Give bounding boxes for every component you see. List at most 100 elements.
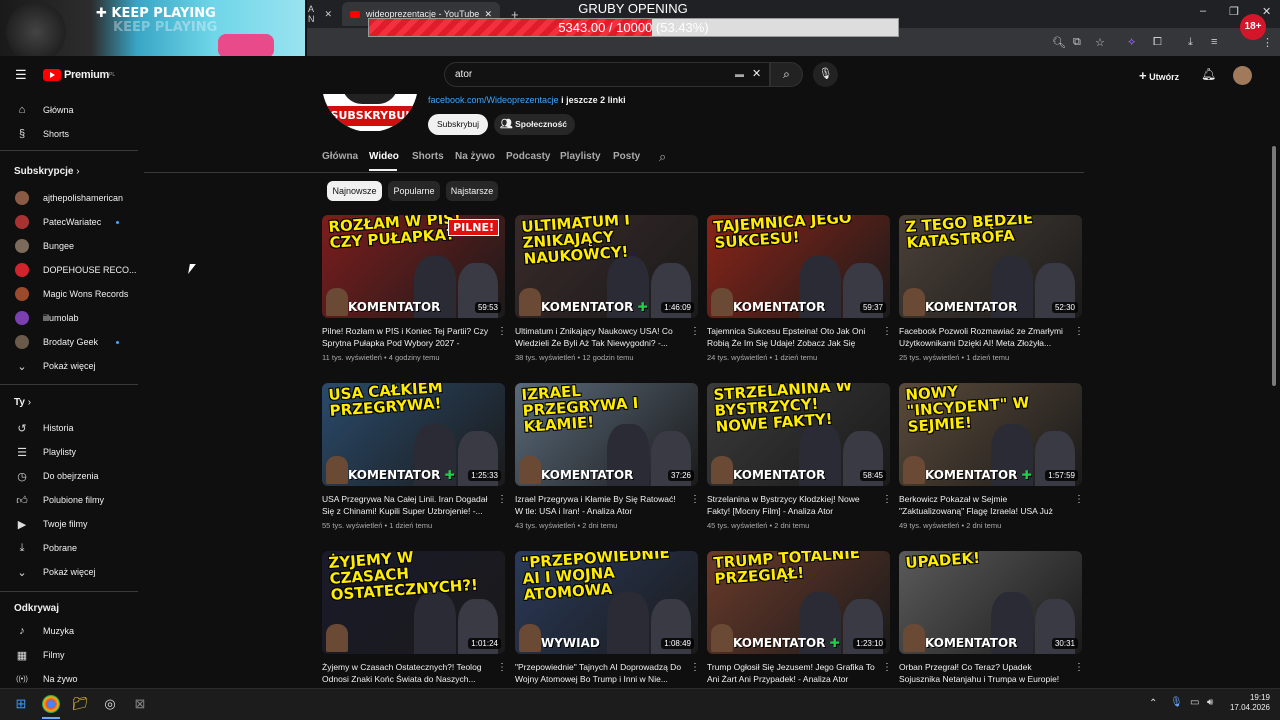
sidebar-item-watch-later[interactable]: ◷ Do obejrzenia	[0, 464, 140, 488]
community-button[interactable]: 👥︎ Społeczność	[494, 114, 575, 135]
video-menu-icon[interactable]: ⋮	[1074, 494, 1084, 505]
tab-6[interactable]: Posty	[613, 151, 640, 162]
video-thumbnail[interactable]: ROZŁAM W PIS! CZY PUŁAPKA? PILNE! KOMENTAT…	[322, 215, 505, 318]
sidebar-subscription[interactable]: Magic Wons Records	[0, 282, 140, 306]
video-card[interactable]: ROZŁAM W PIS! CZY PUŁAPKA? PILNE! KOMENTAT…	[322, 215, 507, 365]
chrome-icon[interactable]	[42, 695, 60, 713]
video-card[interactable]: NOWY "INCYDENT" W SEJMIE! KOMENTATOR ✚ 1:5…	[899, 383, 1084, 533]
close-window-button[interactable]: ✕	[1262, 5, 1271, 18]
youtube-logo[interactable]: Premium PL	[43, 69, 115, 81]
video-menu-icon[interactable]: ⋮	[882, 662, 892, 673]
video-title[interactable]: Strzelanina w Bystrzycy Kłodzkiej! Nowe …	[707, 493, 875, 517]
sidebar-item-shorts[interactable]: § Shorts	[0, 122, 140, 146]
video-menu-icon[interactable]: ⋮	[690, 662, 700, 673]
video-thumbnail[interactable]: IZRAEL PRZEGRYWA I KŁAMIE! KOMENTATOR 37:2…	[515, 383, 698, 486]
windows-start-icon[interactable]: ⊞	[12, 695, 30, 713]
video-thumbnail[interactable]: ULTIMATUM I ZNIKAJĄCY NAUKOWCY! KOMENTATO…	[515, 215, 698, 318]
sidebar-item-home[interactable]: ⌂ Główna	[0, 98, 140, 122]
video-title[interactable]: Orban Przegrał! Co Teraz? Upadek Sojuszn…	[899, 661, 1067, 685]
video-thumbnail[interactable]: Z TEGO BĘDZIE KATASTROFA KOMENTATOR 52:30	[899, 215, 1082, 318]
facebook-link[interactable]: facebook.com/Wideoprezentacje	[428, 95, 559, 105]
video-title[interactable]: USA Przegrywa Na Całej Linii. Iran Dogad…	[322, 493, 490, 517]
notifications-bell-icon[interactable]: 🔔︎	[1201, 67, 1216, 81]
video-thumbnail[interactable]: NOWY "INCYDENT" W SEJMIE! KOMENTATOR ✚ 1:5…	[899, 383, 1082, 486]
tray-chevron-icon[interactable]: ⌃	[1149, 698, 1157, 709]
tab-2[interactable]: Shorts	[412, 151, 444, 162]
file-explorer-icon[interactable]: 📁︎	[71, 695, 89, 713]
video-card[interactable]: TAJEMNICA JEGO SUKCESU! KOMENTATOR 59:37 Ta…	[707, 215, 892, 365]
video-thumbnail[interactable]: TAJEMNICA JEGO SUKCESU! KOMENTATOR 59:37	[707, 215, 890, 318]
app-icon[interactable]: ⊠	[131, 695, 149, 713]
clear-search-icon[interactable]: ✕	[752, 63, 761, 86]
extensions-icon[interactable]: ⧠	[1153, 36, 1162, 49]
video-title[interactable]: Pilne! Rozłam w PIS i Koniec Tej Partii?…	[322, 325, 490, 349]
sort-chip[interactable]: Najnowsze	[327, 181, 382, 201]
video-thumbnail[interactable]: USA CAŁKIEM PRZEGRYWA! KOMENTATOR ✚ 1:25:3…	[322, 383, 505, 486]
video-card[interactable]: Z TEGO BĘDZIE KATASTROFA KOMENTATOR 52:30 F…	[899, 215, 1084, 365]
sidebar-item-your-videos[interactable]: ▶ Twoje filmy	[0, 512, 140, 536]
video-title[interactable]: Trump Ogłosił Się Jezusem! Jego Grafika …	[707, 661, 875, 685]
video-menu-icon[interactable]: ⋮	[690, 326, 700, 337]
video-thumbnail[interactable]: STRZELANINA W BYSTRZYCY! NOWE FAKTY! KOME…	[707, 383, 890, 486]
tab-1[interactable]: Wideo	[369, 151, 399, 162]
show-more-subscriptions[interactable]: ⌄ Pokaż więcej	[0, 354, 140, 378]
you-header[interactable]: Ty ›	[14, 397, 31, 408]
sidebar-item-movies[interactable]: ▦ Filmy	[0, 643, 140, 667]
tab-close-icon[interactable]: ✕	[324, 9, 332, 20]
zoom-icon[interactable]: 🔍︎	[1052, 36, 1066, 49]
video-card[interactable]: UPADEK! KOMENTATOR 30:31 Orban Przegrał! Co…	[899, 551, 1084, 701]
sidebar-subscription[interactable]: iilumolab	[0, 306, 140, 330]
sidebar-item-music[interactable]: ♪ Muzyka	[0, 619, 140, 643]
video-card[interactable]: STRZELANINA W BYSTRZYCY! NOWE FAKTY! KOME…	[707, 383, 892, 533]
sidebar-subscription[interactable]: Bungee	[0, 234, 140, 258]
maximize-button[interactable]: ❐	[1229, 5, 1239, 18]
account-avatar[interactable]	[1233, 66, 1252, 85]
show-more-you[interactable]: ⌄ Pokaż więcej	[0, 560, 140, 584]
video-title[interactable]: Facebook Pozwoli Rozmawiać ze Zmarłymi U…	[899, 325, 1067, 349]
sort-chip[interactable]: Najstarsze	[446, 181, 498, 201]
sort-chip[interactable]: Popularne	[388, 181, 440, 201]
sidebar-subscription[interactable]: Brodaty Geek	[0, 330, 140, 354]
video-title[interactable]: Ultimatum i Znikający Naukowcy USA! Co W…	[515, 325, 683, 349]
tab-5[interactable]: Playlisty	[560, 151, 601, 162]
bookmark-star-icon[interactable]: ☆	[1095, 36, 1105, 49]
menu-hamburger-icon[interactable]: ☰	[15, 67, 27, 83]
browser-menu-icon[interactable]: ⋮	[1262, 36, 1273, 49]
video-title[interactable]: Żyjemy w Czasach Ostatecznych?! Teolog O…	[322, 661, 490, 685]
tray-mic-icon[interactable]: 🎙︎	[1170, 697, 1183, 708]
video-thumbnail[interactable]: TRUMP TOTALNIE PRZEGIĄŁ! KOMENTATOR ✚ 1:23…	[707, 551, 890, 654]
sidebar-item-playlists[interactable]: ☰ Playlisty	[0, 440, 140, 464]
video-title[interactable]: Tajemnica Sukcesu Epsteina! Oto Jak Oni …	[707, 325, 875, 349]
sidebar-subscription[interactable]: DOPEHOUSE RECO...	[0, 258, 140, 282]
keyboard-icon[interactable]: ▬	[735, 63, 744, 86]
video-menu-icon[interactable]: ⋮	[497, 662, 507, 673]
video-thumbnail[interactable]: ŻYJEMY W CZASACH OSTATECZNYCH?! 1:01:24	[322, 551, 505, 654]
sidebar-subscription[interactable]: ajthepolishamerican	[0, 186, 140, 210]
video-title[interactable]: "Przepowiednie" Tajnych AI Doprowadzą Do…	[515, 661, 683, 685]
video-title[interactable]: Berkowicz Pokazał w Sejmie "Zaktualizowa…	[899, 493, 1067, 517]
search-button[interactable]: ⌕	[770, 62, 803, 87]
download-icon[interactable]: ⤓	[1188, 36, 1193, 49]
voice-search-button[interactable]: 🎙︎	[813, 62, 838, 87]
sidebar-item-downloads[interactable]: ⤓ Pobrane	[0, 536, 140, 560]
sidebar-item-history[interactable]: ↺ Historia	[0, 416, 140, 440]
video-thumbnail[interactable]: UPADEK! KOMENTATOR 30:31	[899, 551, 1082, 654]
video-menu-icon[interactable]: ⋮	[497, 326, 507, 337]
video-menu-icon[interactable]: ⋮	[882, 494, 892, 505]
video-menu-icon[interactable]: ⋮	[1074, 662, 1084, 673]
tab-3[interactable]: Na żywo	[455, 151, 495, 162]
tray-volume-icon[interactable]: 🔊︎	[1207, 697, 1213, 708]
video-card[interactable]: "PRZEPOWIEDNIE" AI I WOJNA ATOMOWA WYWIAD…	[515, 551, 700, 701]
minimize-button[interactable]: –	[1200, 5, 1206, 17]
channel-search-icon[interactable]: ⌕	[659, 149, 666, 165]
video-card[interactable]: IZRAEL PRZEGRYWA I KŁAMIE! KOMENTATOR 37:2…	[515, 383, 700, 533]
video-card[interactable]: TRUMP TOTALNIE PRZEGIĄŁ! KOMENTATOR ✚ 1:23…	[707, 551, 892, 701]
tab-4[interactable]: Podcasty	[506, 151, 550, 162]
search-input[interactable]: ator ▬ ✕	[444, 62, 770, 87]
create-button[interactable]: + Utwórz	[1139, 68, 1179, 83]
subscribe-button[interactable]: Subskrybuj	[428, 114, 488, 135]
video-card[interactable]: USA CAŁKIEM PRZEGRYWA! KOMENTATOR ✚ 1:25:3…	[322, 383, 507, 533]
video-card[interactable]: ŻYJEMY W CZASACH OSTATECZNYCH?! 1:01:24 Ży…	[322, 551, 507, 701]
reading-list-icon[interactable]: ≡	[1211, 36, 1217, 48]
extension-twitch-icon[interactable]: ⟡	[1128, 36, 1135, 49]
